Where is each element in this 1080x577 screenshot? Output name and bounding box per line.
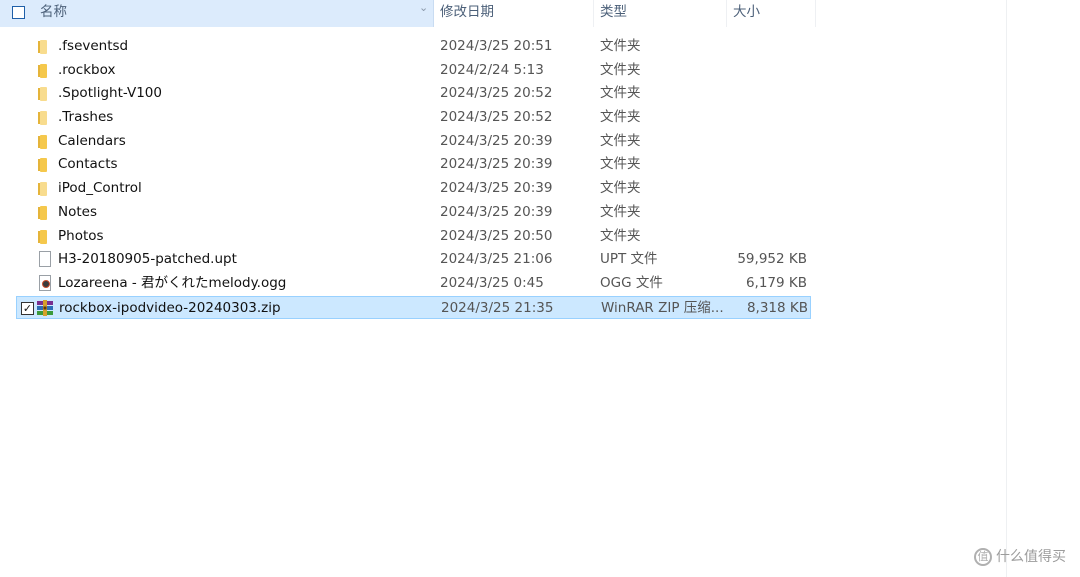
sort-indicator-icon: ^ (219, 0, 227, 4)
folder-icon (38, 182, 47, 197)
file-name: .rockbox (58, 61, 116, 78)
file-date: 2024/3/25 20:52 (440, 85, 553, 102)
file-row[interactable]: .rockbox 2024/2/24 5:13 文件夹 (0, 59, 812, 83)
file-date: 2024/3/25 20:39 (440, 156, 553, 173)
file-date: 2024/3/25 21:06 (440, 251, 553, 268)
folder-icon (38, 158, 47, 173)
file-name: Calendars (58, 132, 126, 149)
column-header-date[interactable]: 修改日期 (434, 0, 594, 27)
row-checkbox[interactable]: ✓ (21, 301, 34, 315)
pane-divider (1006, 0, 1007, 577)
file-date: 2024/3/25 20:39 (440, 180, 553, 197)
file-type: 文件夹 (600, 109, 641, 126)
file-size: 59,952 KB (737, 251, 807, 268)
select-all-checkbox[interactable] (12, 6, 25, 19)
file-row[interactable]: .fseventsd 2024/3/25 20:51 文件夹 (0, 35, 812, 59)
column-header-bar: 名称 ^ ⌄ 修改日期 类型 大小 (0, 0, 816, 27)
file-type: 文件夹 (600, 156, 641, 173)
file-type: 文件夹 (600, 227, 641, 244)
audio-file-icon (39, 274, 51, 291)
folder-icon (38, 63, 47, 78)
file-row[interactable]: Photos 2024/3/25 20:50 文件夹 (0, 225, 812, 249)
file-type: 文件夹 (600, 85, 641, 102)
file-type: 文件夹 (600, 38, 641, 54)
column-header-size-label: 大小 (733, 4, 760, 20)
file-size: 8,318 KB (746, 299, 808, 316)
file-name: iPod_Control (58, 180, 142, 197)
file-name: .fseventsd (58, 38, 129, 54)
file-name: Notes (58, 203, 97, 220)
file-row[interactable]: H3-20180905-patched.upt 2024/3/25 21:06 … (0, 248, 812, 272)
file-name: .Trashes (58, 109, 114, 126)
document-icon (39, 251, 51, 268)
file-row[interactable]: Notes 2024/3/25 20:39 文件夹 (0, 201, 812, 225)
file-name: H3-20180905-patched.upt (58, 251, 237, 268)
file-date: 2024/3/25 20:50 (440, 227, 553, 244)
file-size: 6,179 KB (745, 274, 807, 291)
file-row[interactable]: iPod_Control 2024/3/25 20:39 文件夹 (0, 177, 812, 201)
column-header-size[interactable]: 大小 (727, 0, 816, 27)
file-name: Photos (58, 227, 104, 244)
watermark-text: 什么值得买 (996, 549, 1066, 565)
file-date: 2024/3/25 20:39 (440, 203, 553, 220)
column-header-name-label: 名称 (40, 4, 67, 20)
file-name: Lozareena - 君がくれたmelody.ogg (58, 274, 287, 291)
file-date: 2024/3/25 20:51 (440, 38, 553, 54)
folder-icon (38, 205, 47, 220)
file-date: 2024/3/25 20:52 (440, 109, 553, 126)
file-date: 2024/3/25 20:39 (440, 132, 553, 149)
file-date: 2024/3/25 0:45 (440, 274, 544, 291)
winrar-archive-icon (37, 299, 53, 316)
file-name: Contacts (58, 156, 118, 173)
file-type: UPT 文件 (600, 251, 658, 268)
file-name: .Spotlight-V100 (58, 85, 162, 102)
chevron-down-icon[interactable]: ⌄ (419, 1, 428, 14)
file-date: 2024/3/25 21:35 (441, 299, 554, 316)
file-list: .fseventsd 2024/3/25 20:51 文件夹 .rockbox … (0, 35, 812, 320)
smzdm-logo-icon: 值 (974, 548, 992, 566)
column-header-type-label: 类型 (600, 4, 627, 20)
file-row[interactable]: .Trashes 2024/3/25 20:52 文件夹 (0, 106, 812, 130)
column-header-date-label: 修改日期 (440, 4, 494, 20)
file-date: 2024/2/24 5:13 (440, 61, 544, 78)
folder-icon (38, 40, 47, 54)
file-type: OGG 文件 (600, 274, 663, 291)
file-name: rockbox-ipodvideo-20240303.zip (59, 299, 281, 316)
folder-icon (38, 229, 47, 244)
file-type: WinRAR ZIP 压缩... (601, 299, 724, 316)
file-type: 文件夹 (600, 203, 641, 220)
file-row[interactable]: .Spotlight-V100 2024/3/25 20:52 文件夹 (0, 82, 812, 106)
file-row[interactable]: Lozareena - 君がくれたmelody.ogg 2024/3/25 0:… (0, 272, 812, 296)
file-row-selected[interactable]: ✓ rockbox-ipodvideo-20240303.zip 2024/3/… (16, 295, 811, 320)
file-type: 文件夹 (600, 132, 641, 149)
column-header-name[interactable]: 名称 (0, 0, 434, 27)
file-row[interactable]: Calendars 2024/3/25 20:39 文件夹 (0, 130, 812, 154)
folder-icon (38, 134, 47, 149)
folder-icon (38, 111, 47, 126)
file-row[interactable]: Contacts 2024/3/25 20:39 文件夹 (0, 153, 812, 177)
file-type: 文件夹 (600, 180, 641, 197)
watermark: 值什么值得买 (974, 545, 1066, 569)
file-type: 文件夹 (600, 61, 641, 78)
folder-icon (38, 87, 47, 102)
column-header-type[interactable]: 类型 (594, 0, 727, 27)
